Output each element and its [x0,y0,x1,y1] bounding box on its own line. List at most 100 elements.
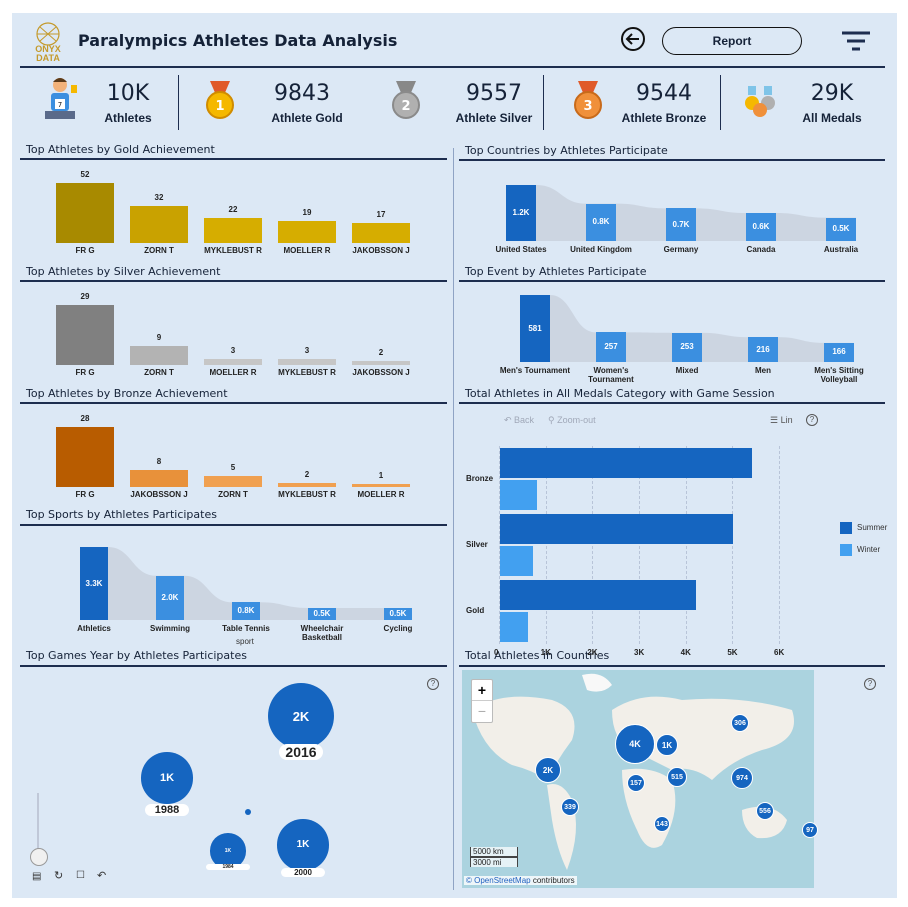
kpi-medals-label: All Medals [802,111,862,125]
year-label: 1984 [206,864,250,870]
section-divider [20,524,447,526]
funnel-value-label: 0.5K [313,609,331,618]
events-chart-title: Top Event by Athletes Participate [465,265,647,278]
bronze-medal-icon: 3 [570,79,606,123]
bar-value-label: 5 [230,463,236,473]
report-button[interactable]: Report [662,27,802,55]
gold-chart-title: Top Athletes by Gold Achievement [26,143,215,156]
svg-text:3: 3 [583,99,592,114]
svg-text:1: 1 [215,99,224,114]
silver-medal-icon: 2 [388,79,424,123]
funnel-value-label: 0.6K [752,222,770,231]
kpi-silver-label: Athlete Silver [455,111,533,125]
chart-back-control[interactable]: ↶ Back [504,415,534,426]
section-divider [20,402,447,404]
kpi-athletes-value: 10K [106,81,150,106]
unlock-icon[interactable]: ☐ [76,870,85,881]
bar-category-label: MOELLER R [283,246,331,255]
chart-zoom-out-control[interactable]: ⚲ Zoom-out [548,415,596,426]
back-arrow-button[interactable] [620,26,646,52]
bar-category-label: MYKLEBUST R [204,246,262,255]
medal-session-chart-title: Total Athletes in All Medals Category wi… [465,387,775,400]
section-divider [20,280,447,282]
scale-km: 5000 km [470,847,518,857]
bar [204,358,262,365]
silver-chart-title: Top Athletes by Silver Achievement [26,265,221,278]
bar-category-label: ZORN T [218,490,248,499]
zoom-in-button[interactable]: + [472,680,492,701]
bar-value-label: 2 [304,469,310,479]
horizontal-bar [500,448,752,478]
kpi-medals-value: 29K [810,81,854,106]
osm-link[interactable]: © OpenStreetMap [466,876,531,885]
section-divider [459,665,885,667]
year-label: 1988 [145,804,189,816]
help-icon[interactable]: ? [864,678,876,690]
filter-icon[interactable] [840,30,872,52]
x-tick-label: 4K [680,648,691,657]
bar [56,427,114,487]
funnel-category-label: Men's Tournament [499,366,571,375]
map-bubble: 2K [535,757,561,783]
header-divider [20,66,885,68]
undo-icon[interactable]: ↶ [97,869,106,882]
funnel-value-label: 0.8K [237,606,255,616]
chart-scale-toggle[interactable]: ☰ Lin [770,415,793,426]
kpi-silver-value: 9557 [466,81,522,106]
x-tick-label: 3K [634,648,645,657]
legend-label: Winter [857,545,881,554]
gridline [779,446,781,644]
map-bubble: 157 [627,774,645,792]
sports-axis-label: sport [236,637,254,646]
countries-funnel-chart: 1.2K United States 0.8K United Kingdom 0.7K G… [478,181,878,261]
kpi-bronze-label: Athlete Bronze [621,111,707,125]
map-bubble: 556 [756,802,774,820]
section-divider [20,158,447,160]
zoom-control: + − [471,679,493,723]
bar-value-label: 29 [80,292,90,301]
bar-value-label: 28 [80,414,90,423]
year-label: 2016 [279,744,323,760]
loop-icon[interactable]: ↻ [54,869,63,882]
funnel-value-label: 0.7K [672,219,690,229]
bar [278,482,336,487]
bar-category-label: MYKLEBUST R [278,490,336,499]
map-bubble: 1K [656,734,678,756]
funnel-value-label: 253 [680,342,694,352]
x-tick-label: 2K [587,648,598,657]
games-year-bubble-chart: 2K 2016 1K 1988 1K 2000 1K 1984 [20,668,447,890]
help-icon[interactable]: ? [427,678,439,690]
funnel-category-label: Table Tennis [222,624,270,633]
horizontal-bar [500,546,533,576]
funnel-category-label: Australia [823,245,859,254]
column-divider [453,148,454,890]
bar-value-label: 8 [156,456,162,466]
play-axis-handle[interactable] [30,848,48,866]
bar-category-label: FR G [75,368,95,377]
bar-value-label: 32 [154,193,164,203]
help-icon[interactable]: ? [806,414,818,426]
gold-medal-icon: 1 [202,79,238,123]
funnel-category-label: Cycling [383,624,413,633]
play-axis-slider[interactable] [37,793,39,855]
year-bubble: 1K [141,752,193,804]
bar-value-label: 22 [228,204,238,214]
bar-category-label: JAKOBSSON J [352,246,410,255]
map-bubble: 4K [615,724,655,764]
funnel-value-label: 0.8K [592,217,610,227]
back-label: Back [514,415,535,425]
funnel-value-label: 581 [528,323,542,333]
bar [130,206,188,243]
legend-swatch [840,522,852,534]
horizontal-bar [500,580,696,610]
section-divider [20,665,447,667]
svg-text:2: 2 [401,99,410,114]
funnel-value-label: 0.5K [832,224,850,234]
svg-text:7: 7 [58,101,62,109]
x-tick-label: 0 [494,648,499,657]
zoom-out-button[interactable]: − [472,701,492,721]
bar-category-label: ZORN T [144,368,174,377]
funnel-category-label: Men's Sitting Volleyball [814,366,864,384]
play-icon[interactable]: ▤ [32,871,41,882]
funnel-category-label: Canada [746,245,776,254]
